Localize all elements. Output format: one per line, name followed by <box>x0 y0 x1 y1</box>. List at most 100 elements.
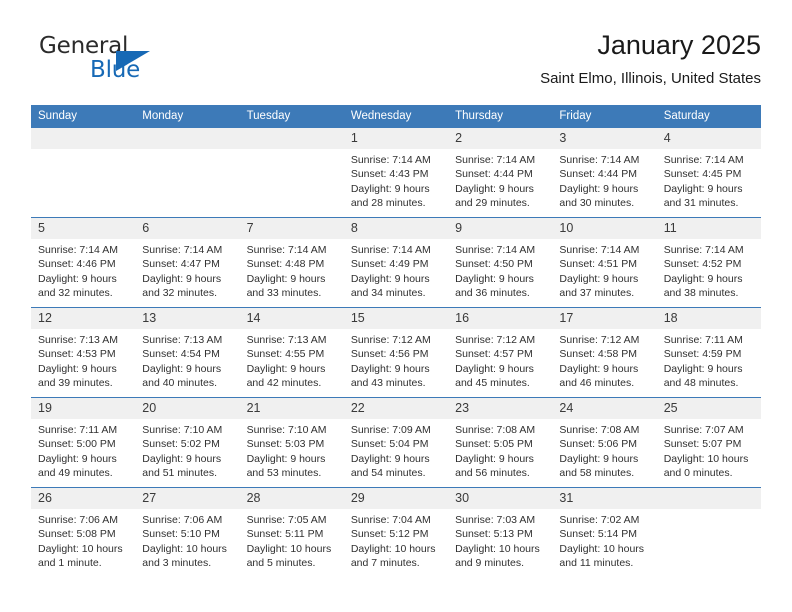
day-number: 18 <box>656 308 761 329</box>
general-blue-logo[interactable]: General Blue <box>31 33 231 93</box>
calendar-day-cell[interactable]: 7 Sunrise: 7:14 AM Sunset: 4:48 PM Daylight… <box>239 217 344 308</box>
day-detail-block: Sunrise: 7:08 AM Sunset: 5:05 PM Daylight:… <box>448 419 552 480</box>
day-detail-block: Sunrise: 7:13 AM Sunset: 4:53 PM Daylight:… <box>31 329 135 390</box>
calendar-day-cell[interactable]: 17 Sunrise: 7:12 AM Sunset: 4:58 PM Dayligh… <box>552 307 657 398</box>
daylight-line1-text: Daylight: 9 hours <box>38 452 117 465</box>
sunset-text: Sunset: 5:00 PM <box>38 438 116 451</box>
calendar-week-row: 26 Sunrise: 7:06 AM Sunset: 5:08 PM Dayligh… <box>31 487 761 578</box>
calendar-day-cell[interactable]: 2 Sunrise: 7:14 AM Sunset: 4:44 PM Daylight… <box>448 127 553 218</box>
day-detail-block: Sunrise: 7:13 AM Sunset: 4:54 PM Daylight:… <box>135 329 239 390</box>
sunrise-text: Sunrise: 7:06 AM <box>38 514 118 526</box>
sunset-text: Sunset: 4:56 PM <box>350 348 429 361</box>
sunset-text: Sunset: 4:54 PM <box>142 348 220 361</box>
daylight-line2-text: and 53 minutes. <box>246 466 322 479</box>
calendar-day-cell[interactable]: 6 Sunrise: 7:14 AM Sunset: 4:47 PM Daylight… <box>135 217 240 308</box>
daylight-line2-text: and 34 minutes. <box>350 286 426 299</box>
sunrise-text: Sunrise: 7:08 AM <box>559 424 640 436</box>
sunrise-text: Sunrise: 7:12 AM <box>350 334 431 346</box>
daylight-line2-text: and 36 minutes. <box>455 286 530 299</box>
calendar-day-cell-empty <box>135 127 240 218</box>
day-detail-block: Sunrise: 7:14 AM Sunset: 4:45 PM Daylight:… <box>657 149 761 210</box>
day-number: 15 <box>343 308 449 329</box>
sunrise-text: Sunrise: 7:03 AM <box>455 514 536 526</box>
calendar-day-cell[interactable]: 31 Sunrise: 7:02 AM Sunset: 5:14 PM Dayligh… <box>552 487 657 578</box>
sunset-text: Sunset: 4:50 PM <box>455 258 533 271</box>
calendar-day-cell[interactable]: 22 Sunrise: 7:09 AM Sunset: 5:04 PM Dayligh… <box>343 397 449 488</box>
calendar-day-cell[interactable]: 9 Sunrise: 7:14 AM Sunset: 4:50 PM Daylight… <box>448 217 553 308</box>
day-number: 21 <box>239 398 344 419</box>
calendar-day-cell[interactable]: 12 Sunrise: 7:13 AM Sunset: 4:53 PM Dayligh… <box>31 307 136 398</box>
calendar-day-cell-empty <box>239 127 344 218</box>
calendar-day-cell[interactable]: 8 Sunrise: 7:14 AM Sunset: 4:49 PM Daylight… <box>343 217 449 308</box>
sunset-text: Sunset: 4:58 PM <box>559 348 638 361</box>
sunset-text: Sunset: 5:08 PM <box>38 528 116 541</box>
calendar-day-cell[interactable]: 3 Sunrise: 7:14 AM Sunset: 4:44 PM Daylight… <box>552 127 657 218</box>
calendar-day-cell[interactable]: 30 Sunrise: 7:03 AM Sunset: 5:13 PM Dayligh… <box>448 487 553 578</box>
daylight-line2-text: and 30 minutes. <box>559 196 635 209</box>
calendar-page: General Blue January 2025 Saint Elmo, Il… <box>0 0 792 612</box>
day-number: 26 <box>31 488 136 509</box>
day-number: 23 <box>448 398 553 419</box>
daylight-line2-text: and 43 minutes. <box>350 376 426 389</box>
sunrise-text: Sunrise: 7:14 AM <box>663 244 744 256</box>
calendar-day-cell[interactable]: 11 Sunrise: 7:14 AM Sunset: 4:52 PM Dayligh… <box>656 217 761 308</box>
daylight-line1-text: Daylight: 10 hours <box>350 542 436 555</box>
day-detail-block: Sunrise: 7:08 AM Sunset: 5:06 PM Daylight:… <box>552 419 656 480</box>
daylight-line2-text: and 58 minutes. <box>559 466 635 479</box>
daylight-line1-text: Daylight: 10 hours <box>559 542 645 555</box>
daylight-line2-text: and 37 minutes. <box>559 286 635 299</box>
day-detail-block: Sunrise: 7:10 AM Sunset: 5:03 PM Daylight:… <box>240 419 344 480</box>
calendar-day-cell[interactable]: 13 Sunrise: 7:13 AM Sunset: 4:54 PM Dayligh… <box>135 307 240 398</box>
sunset-text: Sunset: 5:06 PM <box>559 438 638 451</box>
sunset-text: Sunset: 4:52 PM <box>663 258 742 271</box>
calendar-day-cell[interactable]: 5 Sunrise: 7:14 AM Sunset: 4:46 PM Daylight… <box>31 217 136 308</box>
day-number: 29 <box>343 488 449 509</box>
sunrise-text: Sunrise: 7:11 AM <box>38 424 118 436</box>
calendar-day-cell[interactable]: 27 Sunrise: 7:06 AM Sunset: 5:10 PM Dayligh… <box>135 487 240 578</box>
daylight-line1-text: Daylight: 9 hours <box>559 272 639 285</box>
day-number: 28 <box>239 488 344 509</box>
calendar-day-cell[interactable]: 20 Sunrise: 7:10 AM Sunset: 5:02 PM Dayligh… <box>135 397 240 488</box>
daylight-line2-text: and 7 minutes. <box>350 556 420 569</box>
calendar-day-cell[interactable]: 18 Sunrise: 7:11 AM Sunset: 4:59 PM Dayligh… <box>656 307 761 398</box>
day-detail-block: Sunrise: 7:13 AM Sunset: 4:55 PM Daylight:… <box>240 329 344 390</box>
calendar-week-row: 12 Sunrise: 7:13 AM Sunset: 4:53 PM Dayligh… <box>31 307 761 398</box>
day-detail-block: Sunrise: 7:14 AM Sunset: 4:44 PM Daylight:… <box>448 149 552 210</box>
daylight-line1-text: Daylight: 9 hours <box>142 272 222 285</box>
daylight-line1-text: Daylight: 9 hours <box>663 362 743 375</box>
calendar-day-cell[interactable]: 28 Sunrise: 7:05 AM Sunset: 5:11 PM Dayligh… <box>239 487 344 578</box>
daylight-line2-text: and 32 minutes. <box>38 286 113 299</box>
calendar-day-cell[interactable]: 25 Sunrise: 7:07 AM Sunset: 5:07 PM Dayligh… <box>656 397 761 488</box>
daylight-line1-text: Daylight: 9 hours <box>38 272 117 285</box>
daylight-line2-text: and 9 minutes. <box>455 556 525 569</box>
sunrise-text: Sunrise: 7:14 AM <box>350 244 431 256</box>
brand-name-general: General <box>39 33 129 59</box>
sunset-text: Sunset: 4:44 PM <box>455 168 533 181</box>
calendar-day-cell[interactable]: 24 Sunrise: 7:08 AM Sunset: 5:06 PM Dayligh… <box>552 397 657 488</box>
day-detail-block: Sunrise: 7:09 AM Sunset: 5:04 PM Daylight:… <box>344 419 448 480</box>
sunset-text: Sunset: 5:04 PM <box>350 438 429 451</box>
day-number: 31 <box>552 488 657 509</box>
day-number <box>31 128 136 149</box>
calendar-day-cell[interactable]: 29 Sunrise: 7:04 AM Sunset: 5:12 PM Dayligh… <box>343 487 449 578</box>
calendar-day-cell[interactable]: 14 Sunrise: 7:13 AM Sunset: 4:55 PM Dayligh… <box>239 307 344 398</box>
calendar-day-cell[interactable]: 21 Sunrise: 7:10 AM Sunset: 5:03 PM Dayligh… <box>239 397 344 488</box>
calendar-week-row: 19 Sunrise: 7:11 AM Sunset: 5:00 PM Dayligh… <box>31 397 761 488</box>
daylight-line1-text: Daylight: 9 hours <box>142 362 222 375</box>
calendar-day-cell[interactable]: 4 Sunrise: 7:14 AM Sunset: 4:45 PM Daylight… <box>656 127 761 218</box>
day-detail-block: Sunrise: 7:07 AM Sunset: 5:07 PM Daylight:… <box>657 419 761 480</box>
calendar-day-cell[interactable]: 16 Sunrise: 7:12 AM Sunset: 4:57 PM Dayligh… <box>448 307 553 398</box>
daylight-line1-text: Daylight: 10 hours <box>38 542 123 555</box>
day-detail-block: Sunrise: 7:12 AM Sunset: 4:58 PM Daylight:… <box>552 329 656 390</box>
calendar-day-cell[interactable]: 26 Sunrise: 7:06 AM Sunset: 5:08 PM Dayligh… <box>31 487 136 578</box>
day-number: 10 <box>552 218 657 239</box>
calendar-day-cell[interactable]: 19 Sunrise: 7:11 AM Sunset: 5:00 PM Dayligh… <box>31 397 136 488</box>
calendar-day-cell[interactable]: 1 Sunrise: 7:14 AM Sunset: 4:43 PM Daylight… <box>343 127 449 218</box>
calendar-day-cell[interactable]: 15 Sunrise: 7:12 AM Sunset: 4:56 PM Dayligh… <box>343 307 449 398</box>
daylight-line1-text: Daylight: 9 hours <box>350 362 430 375</box>
calendar-day-cell[interactable]: 10 Sunrise: 7:14 AM Sunset: 4:51 PM Dayligh… <box>552 217 657 308</box>
daylight-line1-text: Daylight: 10 hours <box>663 452 749 465</box>
sunrise-text: Sunrise: 7:06 AM <box>142 514 223 526</box>
day-detail-block: Sunrise: 7:06 AM Sunset: 5:08 PM Daylight:… <box>31 509 135 570</box>
calendar-day-cell[interactable]: 23 Sunrise: 7:08 AM Sunset: 5:05 PM Dayligh… <box>448 397 553 488</box>
